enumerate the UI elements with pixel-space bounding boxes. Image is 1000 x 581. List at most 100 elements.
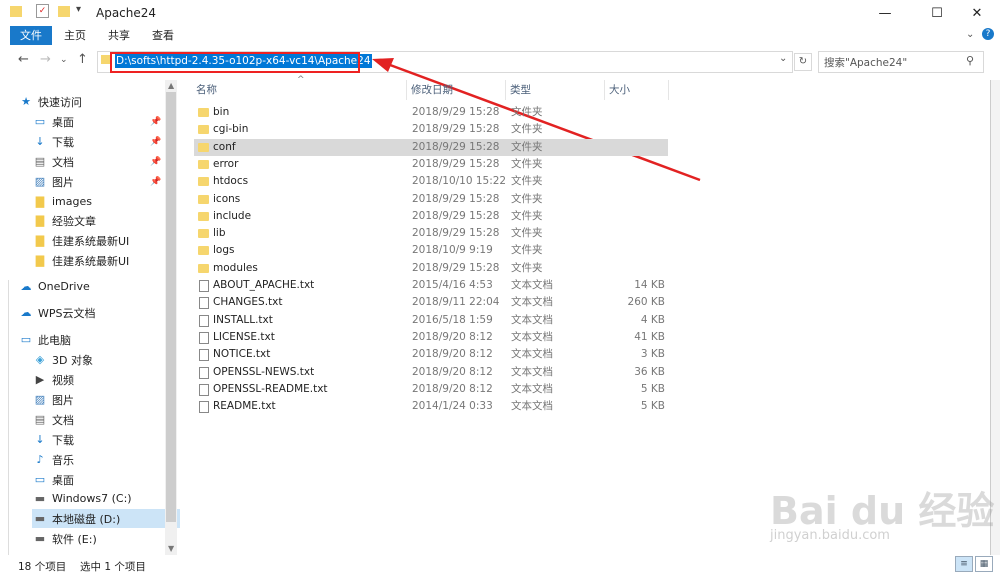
file-name: ABOUT_APACHE.txt: [213, 279, 315, 291]
pictures-icon: ▨: [34, 175, 46, 188]
scroll-down-icon[interactable]: ▼: [168, 544, 174, 553]
sidebar-item[interactable]: ▭ 桌面: [32, 470, 180, 489]
help-icon[interactable]: ?: [982, 28, 994, 40]
column-divider[interactable]: [668, 80, 669, 100]
file-row[interactable]: LICENSE.txt 2018/9/20 8:12 文本文档 41 KB: [194, 329, 668, 346]
sidebar-item[interactable]: ☁ WPS云文档: [18, 303, 166, 322]
file-type: 文件夹: [511, 209, 543, 222]
file-row[interactable]: ABOUT_APACHE.txt 2015/4/16 4:53 文本文档 14 KB: [194, 277, 668, 294]
column-divider[interactable]: [604, 80, 605, 100]
details-view-button[interactable]: ≡: [955, 556, 973, 572]
file-row[interactable]: CHANGES.txt 2018/9/11 22:04 文本文档 260 KB: [194, 294, 668, 311]
sidebar-item-label: 软件 (E:): [52, 532, 97, 546]
column-header-date[interactable]: 修改日期: [411, 80, 453, 100]
folder-icon: ▇: [35, 254, 45, 267]
file-size: 36 KB: [634, 365, 665, 378]
file-row[interactable]: error 2018/9/29 15:28 文件夹: [194, 156, 668, 173]
qat-dropdown-icon[interactable]: ▾: [76, 4, 81, 15]
forward-icon[interactable]: →: [40, 52, 51, 67]
tab-home[interactable]: 主页: [64, 26, 86, 45]
recent-dropdown-icon[interactable]: ⌄: [60, 55, 68, 65]
sidebar-item[interactable]: ★ 快速访问: [18, 92, 166, 111]
sidebar-item-label: WPS云文档: [38, 306, 96, 320]
sidebar-item-label: images: [52, 195, 92, 208]
column-header-type[interactable]: 类型: [510, 80, 531, 100]
file-date: 2018/9/29 15:28: [412, 140, 500, 153]
file-row[interactable]: NOTICE.txt 2018/9/20 8:12 文本文档 3 KB: [194, 346, 668, 363]
sidebar-item[interactable]: ▬ 本地磁盘 (D:): [32, 509, 180, 528]
file-row[interactable]: INSTALL.txt 2016/5/18 1:59 文本文档 4 KB: [194, 312, 668, 329]
column-divider[interactable]: [406, 80, 407, 100]
properties-icon[interactable]: ✓: [36, 4, 49, 18]
search-icon[interactable]: ⚲: [966, 54, 974, 67]
sidebar-item[interactable]: ◈ 3D 对象: [32, 350, 180, 369]
up-icon[interactable]: ↑: [77, 52, 88, 67]
tab-file[interactable]: 文件: [10, 26, 52, 45]
file-row[interactable]: logs 2018/10/9 9:19 文件夹: [194, 242, 668, 259]
sidebar-item-label: 快速访问: [38, 95, 82, 109]
pin-icon: 📌: [150, 156, 162, 167]
sidebar-item[interactable]: ▇ 佳建系统最新UI: [32, 231, 180, 250]
sidebar-item[interactable]: ▤ 文档: [32, 410, 180, 429]
column-header-name[interactable]: 名称: [196, 80, 217, 100]
sidebar-item[interactable]: ▭ 桌面 📌: [32, 112, 180, 131]
refresh-icon[interactable]: ↻: [794, 53, 812, 71]
file-row[interactable]: icons 2018/9/29 15:28 文件夹: [194, 191, 668, 208]
file-row[interactable]: htdocs 2018/10/10 15:22 文件夹: [194, 173, 668, 190]
sidebar-item[interactable]: ▇ images: [32, 192, 180, 211]
sidebar-item[interactable]: ▇ 佳建系统最新UI: [32, 251, 180, 270]
file-row[interactable]: lib 2018/9/29 15:28 文件夹: [194, 225, 668, 242]
file-row[interactable]: cgi-bin 2018/9/29 15:28 文件夹: [194, 121, 668, 138]
sidebar-item[interactable]: ▬ 软件 (E:): [32, 529, 180, 548]
sidebar-scrollbar-thumb[interactable]: [166, 92, 176, 522]
folder-icon: [10, 6, 22, 17]
file-row[interactable]: bin 2018/9/29 15:28 文件夹: [194, 104, 668, 121]
large-icons-view-button[interactable]: ▦: [975, 556, 993, 572]
tab-share[interactable]: 共享: [108, 26, 130, 45]
expand-ribbon-icon[interactable]: ⌄: [966, 29, 974, 40]
sidebar-item[interactable]: ↓ 下载: [32, 430, 180, 449]
sidebar-item-label: 3D 对象: [52, 353, 93, 367]
background-window: [0, 280, 9, 555]
close-button[interactable]: ✕: [954, 0, 1000, 26]
sidebar-item-label: 桌面: [52, 115, 74, 129]
sidebar-item[interactable]: ▭ 此电脑: [18, 330, 166, 349]
file-row[interactable]: include 2018/9/29 15:28 文件夹: [194, 208, 668, 225]
back-icon[interactable]: ←: [18, 52, 29, 67]
file-name: conf: [213, 140, 236, 153]
text-file-icon: [199, 331, 209, 344]
sidebar-item-label: 文档: [52, 413, 74, 427]
file-name: lib: [213, 227, 226, 240]
file-row[interactable]: OPENSSL-README.txt 2018/9/20 8:12 文本文档 5 KB: [194, 381, 668, 398]
sidebar-item-label: OneDrive: [38, 280, 90, 293]
file-row[interactable]: README.txt 2014/1/24 0:33 文本文档 5 KB: [194, 398, 668, 415]
file-row[interactable]: modules 2018/9/29 15:28 文件夹: [194, 260, 668, 277]
sidebar-item-label: 下载: [52, 433, 74, 447]
sidebar-item[interactable]: ▬ Windows7 (C:): [32, 489, 180, 508]
sidebar-item[interactable]: ↓ 下载 📌: [32, 132, 180, 151]
sidebar-item-label: 图片: [52, 175, 74, 189]
sidebar-item[interactable]: ▨ 图片: [32, 390, 180, 409]
file-type: 文件夹: [511, 227, 543, 240]
tab-view[interactable]: 查看: [152, 26, 174, 45]
column-divider[interactable]: [505, 80, 506, 100]
new-folder-icon[interactable]: [58, 6, 70, 17]
sidebar-item[interactable]: ▨ 图片 📌: [32, 172, 180, 191]
sidebar-item[interactable]: ▤ 文档 📌: [32, 152, 180, 171]
file-type: 文本文档: [511, 296, 553, 309]
minimize-button[interactable]: —: [862, 0, 908, 26]
sidebar-item[interactable]: ▶ 视频: [32, 370, 180, 389]
column-header-size[interactable]: 大小: [609, 80, 630, 100]
sidebar-item[interactable]: ☁ OneDrive: [18, 277, 166, 296]
address-dropdown-icon[interactable]: ⌄: [779, 53, 787, 64]
sidebar-item[interactable]: ▇ 经验文章: [32, 211, 180, 230]
file-date: 2018/9/20 8:12: [412, 330, 493, 343]
sidebar-item[interactable]: ♪ 音乐: [32, 450, 180, 469]
file-row[interactable]: OPENSSL-NEWS.txt 2018/9/20 8:12 文本文档 36 KB: [194, 364, 668, 381]
pc-icon: ▭: [20, 333, 32, 346]
drive-icon: ▬: [34, 492, 46, 505]
drive-icon: ▬: [34, 532, 46, 545]
file-row[interactable]: conf 2018/9/29 15:28 文件夹: [194, 138, 668, 156]
sidebar-item-label: 图片: [52, 393, 74, 407]
scroll-up-icon[interactable]: ▲: [168, 81, 174, 90]
